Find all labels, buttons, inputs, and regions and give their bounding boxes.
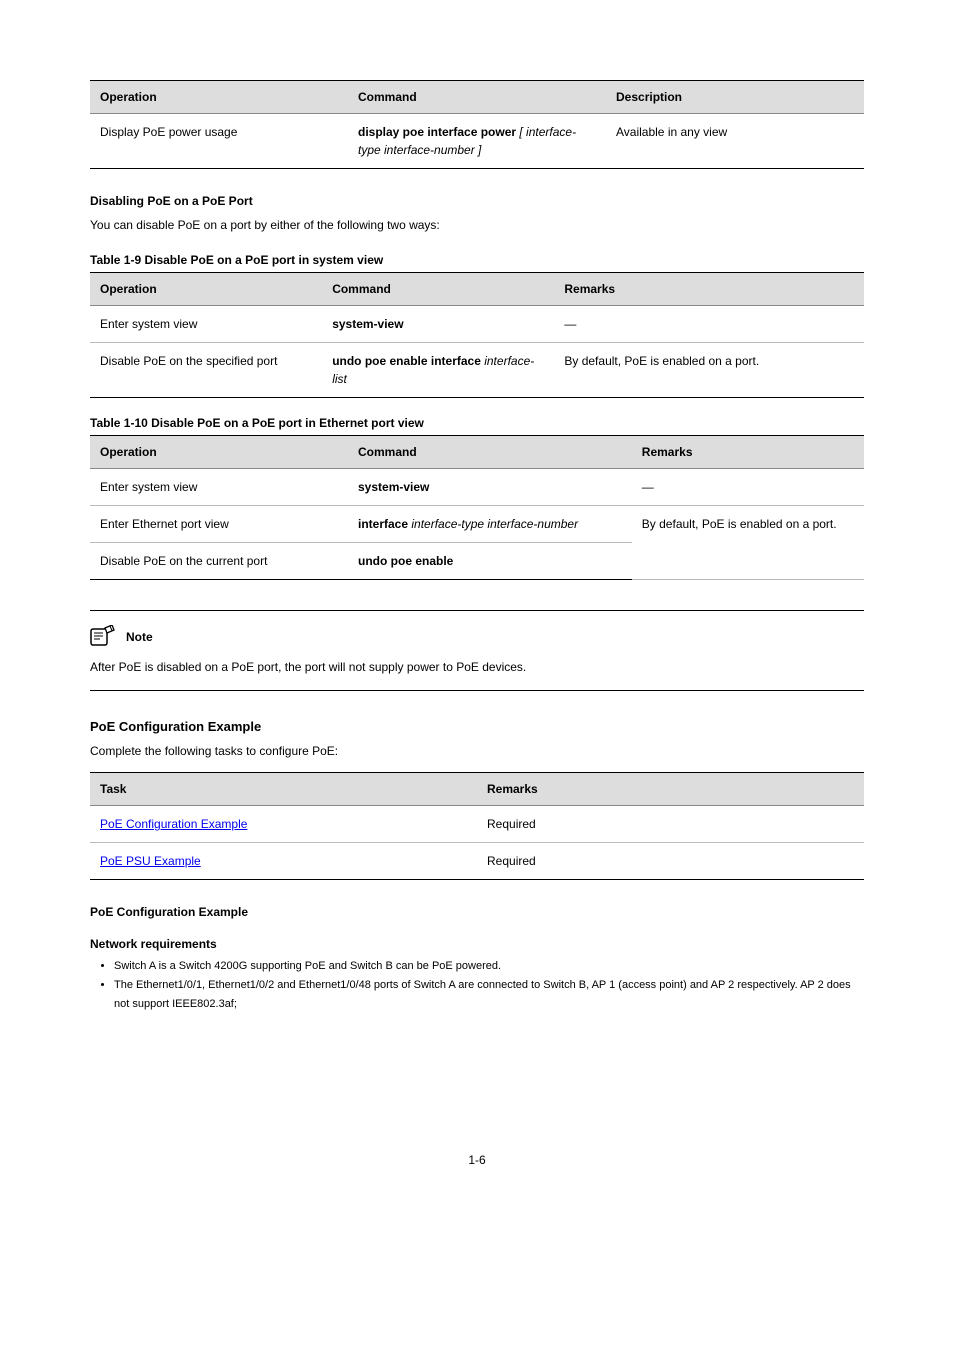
cell-operation: Disable PoE on the current port <box>90 542 348 579</box>
poe-display-table: Operation Command Description Display Po… <box>90 80 864 169</box>
col-task: Task <box>90 773 477 806</box>
section-heading-disabling: Disabling PoE on a PoE Port <box>90 194 864 208</box>
section-heading-example: PoE Configuration Example <box>90 905 864 919</box>
disable-sysview-table: Operation Command Remarks Enter system v… <box>90 272 864 398</box>
table-row: Enter system view system-view — <box>90 305 864 342</box>
col-remarks: Remarks <box>554 272 864 305</box>
col-description: Description <box>606 81 864 114</box>
table-row: Enter Ethernet port view interface inter… <box>90 505 864 542</box>
network-req-heading: Network requirements <box>90 937 864 951</box>
cell-task: PoE Configuration Example <box>90 806 477 843</box>
cell-remarks: Required <box>477 806 864 843</box>
cell-operation: Enter system view <box>90 305 322 342</box>
table-row: Disable PoE on the specified port undo p… <box>90 342 864 397</box>
page-number: 1-6 <box>90 1153 864 1167</box>
cell-operation: Enter system view <box>90 468 348 505</box>
disable-portview-table: Operation Command Remarks Enter system v… <box>90 435 864 580</box>
cell-command: undo poe enable <box>348 542 632 579</box>
table-row: PoE PSU Example Required <box>90 843 864 880</box>
config-intro: Complete the following tasks to configur… <box>90 742 864 761</box>
table-row: PoE Configuration Example Required <box>90 806 864 843</box>
cell-desc: By default, PoE is enabled on a port. <box>632 505 864 579</box>
col-operation: Operation <box>90 272 322 305</box>
col-command: Command <box>348 81 606 114</box>
cell-command: interface interface-type interface-numbe… <box>348 505 632 542</box>
table-row: Enter system view system-view — <box>90 468 864 505</box>
cell-remarks: Required <box>477 843 864 880</box>
table-row: Display PoE power usage display poe inte… <box>90 114 864 169</box>
disabling-intro: You can disable PoE on a port by either … <box>90 216 864 235</box>
poe-config-link[interactable]: PoE Configuration Example <box>100 817 247 831</box>
cell-command: display poe interface power [ interface-… <box>348 114 606 169</box>
col-remarks: Remarks <box>477 773 864 806</box>
cell-command: system-view <box>322 305 554 342</box>
cell-desc: — <box>554 305 864 342</box>
cell-operation: Enter Ethernet port view <box>90 505 348 542</box>
note-label: Note <box>126 630 153 644</box>
table-caption-1-9: Table 1-9 Disable PoE on a PoE port in s… <box>90 253 864 267</box>
col-operation: Operation <box>90 81 348 114</box>
section-heading-config-example: PoE Configuration Example <box>90 719 864 734</box>
poe-psu-link[interactable]: PoE PSU Example <box>100 854 201 868</box>
list-item: Switch A is a Switch 4200G supporting Po… <box>114 957 864 976</box>
note-icon <box>90 625 118 650</box>
col-remarks: Remarks <box>632 435 864 468</box>
cell-operation: Disable PoE on the specified port <box>90 342 322 397</box>
col-command: Command <box>322 272 554 305</box>
note-text: After PoE is disabled on a PoE port, the… <box>90 658 864 676</box>
cell-desc: Available in any view <box>606 114 864 169</box>
cell-command: undo poe enable interface interface-list <box>322 342 554 397</box>
list-item: The Ethernet1/0/1, Ethernet1/0/2 and Eth… <box>114 976 864 1013</box>
cell-desc: — <box>632 468 864 505</box>
col-operation: Operation <box>90 435 348 468</box>
col-command: Command <box>348 435 632 468</box>
note-box: Note After PoE is disabled on a PoE port… <box>90 610 864 691</box>
cell-command: system-view <box>348 468 632 505</box>
cell-desc: By default, PoE is enabled on a port. <box>554 342 864 397</box>
table-caption-1-10: Table 1-10 Disable PoE on a PoE port in … <box>90 416 864 430</box>
cell-operation: Display PoE power usage <box>90 114 348 169</box>
cell-task: PoE PSU Example <box>90 843 477 880</box>
tasks-table: Task Remarks PoE Configuration Example R… <box>90 772 864 880</box>
